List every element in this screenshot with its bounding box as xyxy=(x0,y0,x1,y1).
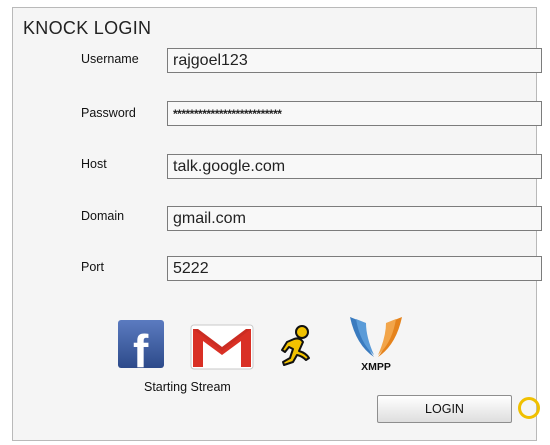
xmpp-icon[interactable]: XMPP xyxy=(348,315,404,373)
username-field[interactable] xyxy=(167,48,542,73)
window-title: KNOCK LOGIN xyxy=(23,18,152,38)
facebook-icon[interactable]: f xyxy=(118,320,164,368)
loading-ring-icon xyxy=(518,397,540,419)
login-window: KNOCK LOGIN Username Password Host Domai… xyxy=(12,7,542,441)
port-label: Port xyxy=(81,260,104,274)
login-button[interactable]: LOGIN xyxy=(377,395,512,423)
password-label: Password xyxy=(81,106,136,120)
username-label: Username xyxy=(81,52,139,66)
password-field[interactable] xyxy=(167,101,542,126)
status-text: Starting Stream xyxy=(144,380,231,394)
port-field[interactable] xyxy=(167,256,542,281)
aim-running-man-icon[interactable] xyxy=(280,325,314,371)
domain-label: Domain xyxy=(81,209,125,223)
host-field[interactable] xyxy=(167,154,542,179)
facebook-letter: f xyxy=(133,325,149,368)
host-label: Host xyxy=(81,157,107,171)
xmpp-label: XMPP xyxy=(361,361,391,373)
gmail-icon[interactable] xyxy=(190,323,254,371)
domain-field[interactable] xyxy=(167,206,542,231)
